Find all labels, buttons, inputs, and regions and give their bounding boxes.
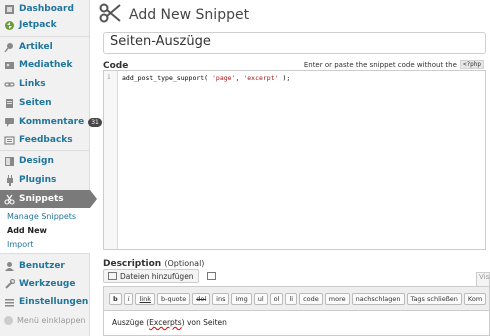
- menu-separator: [0, 150, 90, 151]
- qt-close-tags-button[interactable]: Tags schließen: [406, 292, 462, 305]
- sidebar-item-snippets[interactable]: Snippets: [0, 190, 97, 208]
- qt-code-button[interactable]: code: [299, 292, 323, 305]
- sidebar-item-label: Seiten: [19, 98, 52, 108]
- sidebar-item-label: Plugins: [19, 175, 57, 185]
- qt-link-button[interactable]: link: [135, 292, 155, 305]
- comment-icon: [4, 117, 15, 128]
- main-content: Add New Snippet Seiten-Auszüge Code Ente…: [99, 0, 490, 336]
- code-token: );: [278, 74, 291, 82]
- description-editor[interactable]: Auszüge (Excerpts) von Seiten: [103, 310, 490, 336]
- code-editor[interactable]: 1 add_post_type_support( 'page', 'excerp…: [103, 70, 486, 250]
- qt-italic-button[interactable]: i: [123, 292, 134, 305]
- quicktags-toolbar: b i link b-quote del ins img ul ol li co…: [103, 286, 490, 310]
- description-optional: (Optional): [164, 259, 205, 268]
- collapse-label: Menü einklappen: [17, 316, 86, 325]
- qt-img-button[interactable]: img: [231, 292, 252, 305]
- editor-text: Auszüge (: [112, 318, 150, 327]
- line-number-gutter: [104, 71, 118, 249]
- menu-separator: [0, 36, 90, 37]
- qt-lookup-button[interactable]: nachschlagen: [351, 292, 405, 305]
- settings-icon: [4, 297, 15, 308]
- line-number: 1: [107, 74, 111, 81]
- code-string: 'excerpt': [243, 74, 279, 82]
- dashboard-icon: [4, 4, 15, 15]
- qt-ol-button[interactable]: ol: [269, 292, 284, 305]
- submenu-add-new[interactable]: Add New: [0, 226, 90, 235]
- qt-comment-button[interactable]: Kom: [463, 292, 487, 305]
- collapse-menu-button[interactable]: Menü einklappen: [4, 316, 86, 325]
- sidebar-item-plugins[interactable]: Plugins: [0, 171, 90, 189]
- sidebar-item-label: Werkzeuge: [19, 279, 76, 289]
- editor-text: ) von Seiten: [181, 318, 227, 327]
- admin-sidebar: Dashboard Jetpack Artikel Mediathek Link…: [0, 0, 102, 336]
- snippet-name-input[interactable]: Seiten-Auszüge: [103, 32, 486, 54]
- description-title: Description: [103, 259, 162, 269]
- code-hint-text: Enter or paste the snippet code without …: [303, 60, 457, 69]
- submenu-manage-snippets[interactable]: Manage Snippets: [0, 212, 90, 221]
- sidebar-item-label: Dashboard: [19, 4, 74, 14]
- link-icon: [4, 79, 15, 90]
- media-icon: [108, 272, 117, 280]
- sidebar-item-seiten[interactable]: Seiten: [0, 94, 90, 112]
- qt-ins-button[interactable]: ins: [212, 292, 230, 305]
- add-media-button[interactable]: Dateien hinzufügen: [103, 269, 199, 283]
- sidebar-item-label: Kommentare: [19, 117, 85, 127]
- sidebar-item-label: Artikel: [19, 42, 53, 52]
- sidebar-item-design[interactable]: Design: [0, 152, 90, 170]
- collapse-icon: [4, 316, 13, 325]
- code-string: 'page': [212, 74, 236, 82]
- feedback-icon: [4, 135, 15, 146]
- page-header: Add New Snippet: [99, 2, 249, 27]
- sidebar-item-label: Design: [19, 156, 54, 166]
- sidebar-item-benutzer[interactable]: Benutzer: [0, 257, 90, 275]
- media-icon: [4, 60, 15, 71]
- sidebar-item-label: Snippets: [19, 194, 64, 204]
- media-upload-icon[interactable]: [207, 272, 216, 280]
- code-line: add_post_type_support( 'page', 'excerpt'…: [122, 74, 290, 82]
- tools-icon: [4, 278, 16, 290]
- sidebar-item-label: Mediathek: [19, 60, 73, 70]
- description-label: Description (Optional): [103, 259, 204, 269]
- sidebar-item-label: Feedbacks: [19, 135, 73, 145]
- qt-del-button[interactable]: del: [192, 292, 211, 305]
- jetpack-icon: [4, 20, 15, 31]
- add-media-label: Dateien hinzufügen: [120, 271, 194, 281]
- submenu-import[interactable]: Import: [0, 240, 90, 249]
- tab-visual[interactable]: Vis: [476, 272, 490, 286]
- sidebar-item-mediathek[interactable]: Mediathek: [0, 56, 90, 74]
- sidebar-item-jetpack[interactable]: Jetpack: [0, 16, 90, 34]
- php-tag: <?php: [459, 60, 484, 69]
- qt-more-button[interactable]: more: [324, 292, 350, 305]
- sidebar-item-label: Links: [19, 79, 46, 89]
- qt-blockquote-button[interactable]: b-quote: [156, 292, 191, 305]
- page-title: Add New Snippet: [129, 6, 250, 23]
- misspelled-word: Excerpts: [149, 318, 182, 327]
- code-hint: Enter or paste the snippet code without …: [304, 60, 484, 69]
- sidebar-item-einstellungen[interactable]: Einstellungen: [0, 293, 90, 311]
- page-icon: [4, 98, 15, 109]
- appearance-icon: [4, 156, 15, 167]
- sidebar-item-kommentare[interactable]: Kommentare 31: [0, 113, 102, 131]
- qt-bold-button[interactable]: b: [109, 292, 122, 305]
- qt-ul-button[interactable]: ul: [253, 292, 268, 305]
- pin-icon: [4, 42, 15, 53]
- sidebar-item-links[interactable]: Links: [0, 75, 90, 93]
- scissors-icon: [4, 194, 15, 205]
- sidebar-item-feedbacks[interactable]: Feedbacks: [0, 131, 90, 149]
- sidebar-item-artikel[interactable]: Artikel: [0, 38, 90, 56]
- plugin-icon: [4, 174, 15, 186]
- sidebar-item-label: Benutzer: [19, 261, 65, 271]
- qt-li-button[interactable]: li: [285, 292, 298, 305]
- sidebar-item-werkzeuge[interactable]: Werkzeuge: [0, 275, 90, 293]
- sidebar-item-label: Einstellungen: [19, 297, 89, 307]
- scissors-icon: [99, 2, 121, 27]
- sidebar-item-label: Jetpack: [19, 20, 57, 30]
- code-token: add_post_type_support(: [122, 74, 213, 82]
- users-icon: [4, 261, 15, 272]
